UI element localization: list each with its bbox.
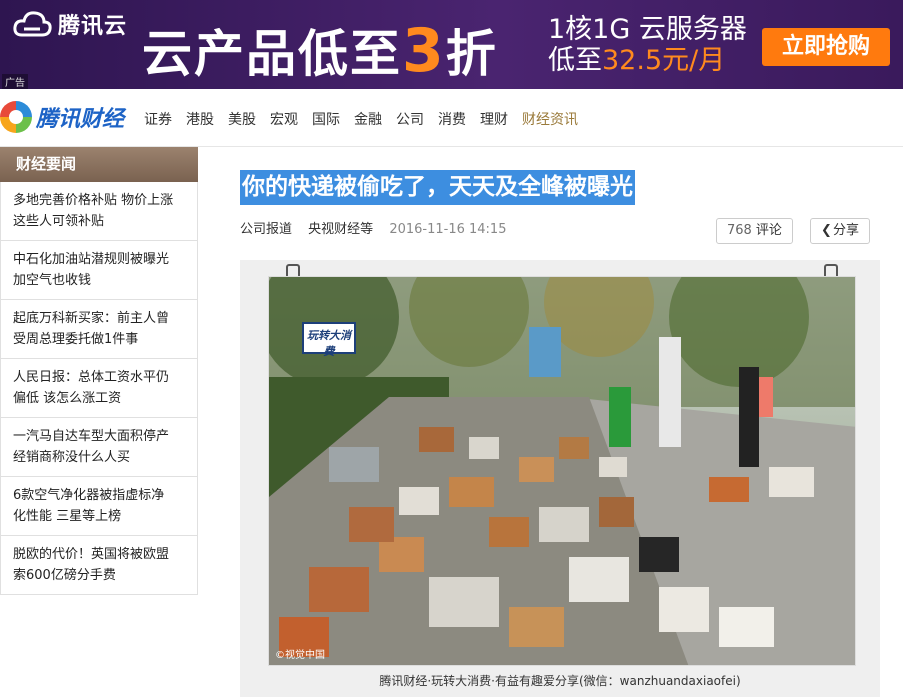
nav-item-international[interactable]: 国际 [312,109,340,129]
nav-item-stocks[interactable]: 证券 [144,109,172,129]
article-photo: 玩转大消费 ©视觉中国 [268,276,856,666]
news-line[interactable]: 这些人可领补贴 [13,211,189,232]
article-photo-frame: 玩转大消费 ©视觉中国 腾讯财经·玩转大消费·有益有趣爱分享(微信：wanzhu… [240,260,880,697]
ad-price: 32.5元/月 [602,45,726,76]
sidebar-news-item[interactable]: 多地完善价格补贴 物价上涨 这些人可领补贴 [1,182,197,241]
photo-credit: ©视觉中国 [275,650,325,661]
parcels-scene-image [269,277,855,665]
ad-sub-line2-prefix: 低至 [548,45,602,76]
ad-headline-suffix: 折 [445,25,498,83]
news-line[interactable]: 加空气也收钱 [13,270,189,291]
photo-watermark: 玩转大消费 [307,329,351,358]
news-line[interactable]: 多地完善价格补贴 物价上涨 [13,190,189,211]
nav-item-macro[interactable]: 宏观 [270,109,298,129]
ad-tag: 广告 [2,74,28,89]
share-icon: ❮ [821,223,832,238]
news-line[interactable]: 索600亿磅分手费 [13,565,189,586]
sidebar-news-item[interactable]: 中石化加油站潜规则被曝光 加空气也收钱 [1,241,197,300]
nav-item-hk-stocks[interactable]: 港股 [186,109,214,129]
tencent-cloud-logo: 腾讯云 [12,8,127,40]
nav-item-finance[interactable]: 金融 [354,109,382,129]
nav-item-wealth[interactable]: 理财 [480,109,508,129]
article-title: 你的快递被偷吃了，天天及全峰被曝光 [240,170,635,205]
brand-text: 腾讯财经 [36,107,125,132]
nav-item-company[interactable]: 公司 [396,109,424,129]
nav-item-finance-news[interactable]: 财经资讯 [522,109,578,129]
nav-menu: 证券 港股 美股 宏观 国际 金融 公司 消费 理财 财经资讯 [144,109,592,129]
top-nav: 腾讯财经 证券 港股 美股 宏观 国际 金融 公司 消费 理财 财经资讯 [0,89,903,147]
sidebar-news-item[interactable]: 一汽马自达车型大面积停产 经销商称没什么人买 [1,418,197,477]
share-button[interactable]: ❮分享 [810,218,871,244]
ad-subtext: 1核1G 云服务器 低至32.5元/月 [548,14,747,76]
news-line[interactable]: 经销商称没什么人买 [13,447,189,468]
ad-logo-text: 腾讯云 [58,14,128,39]
comment-count: 768 [727,223,752,238]
nav-item-consumer[interactable]: 消费 [438,109,466,129]
comment-button[interactable]: 768 评论 [716,218,793,244]
ad-sub-line1: 1核1G 云服务器 [548,14,747,45]
ad-headline-num: 3 [402,16,446,86]
sidebar-news-item[interactable]: 起底万科新买家：前主人曾 受周总理委托做1件事 [1,300,197,359]
brand[interactable]: 腾讯财经 [0,101,124,133]
news-line[interactable]: 人民日报：总体工资水平仍 [13,367,189,388]
article-meta: 公司报道 央视财经等 2016-11-16 14:15 768 评论 ❮分享 [240,218,880,248]
news-line[interactable]: 偏低 该怎么涨工资 [13,388,189,409]
sidebar-title: 财经要闻 [0,147,198,182]
sidebar-news-item[interactable]: 6款空气净化器被指虚标净 化性能 三星等上榜 [1,477,197,536]
article-header: 你的快递被偷吃了，天天及全峰被曝光 公司报道 央视财经等 2016-11-16 … [240,170,880,244]
nav-item-us-stocks[interactable]: 美股 [228,109,256,129]
sidebar-news-item[interactable]: 脱欧的代价！英国将被欧盟 索600亿磅分手费 [1,536,197,595]
ad-sub-line2: 低至32.5元/月 [548,45,747,76]
source-company-report[interactable]: 公司报道 [240,222,292,237]
ad-headline: 云产品低至3折 [142,14,498,86]
sidebar-list: 多地完善价格补贴 物价上涨 这些人可领补贴 中石化加油站潜规则被曝光 加空气也收… [0,182,198,595]
buy-now-button[interactable]: 立即抢购 [762,28,890,66]
tencent-logo-icon [0,101,32,133]
photo-caption: 腾讯财经·玩转大消费·有益有趣爱分享(微信：wanzhuandaxiaofei) [379,674,741,688]
news-line[interactable]: 脱欧的代价！英国将被欧盟 [13,544,189,565]
news-line[interactable]: 化性能 三星等上榜 [13,506,189,527]
sidebar: 财经要闻 多地完善价格补贴 物价上涨 这些人可领补贴 中石化加油站潜规则被曝光 … [0,147,198,595]
ad-banner[interactable]: 腾讯云 云产品低至3折 1核1G 云服务器 低至32.5元/月 立即抢购 广告 [0,0,903,89]
source-cctv-finance: 央视财经等 [308,222,374,237]
news-line[interactable]: 受周总理委托做1件事 [13,329,189,350]
publish-date: 2016-11-16 14:15 [389,222,507,237]
news-line[interactable]: 6款空气净化器被指虚标净 [13,485,189,506]
comment-label: 评论 [755,223,782,238]
news-line[interactable]: 起底万科新买家：前主人曾 [13,308,189,329]
sidebar-news-item[interactable]: 人民日报：总体工资水平仍 偏低 该怎么涨工资 [1,359,197,418]
cloud-icon [12,9,52,39]
news-line[interactable]: 一汽马自达车型大面积停产 [13,426,189,447]
share-label: 分享 [833,223,860,238]
news-line[interactable]: 中石化加油站潜规则被曝光 [13,249,189,270]
ad-headline-prefix: 云产品低至 [142,25,402,83]
